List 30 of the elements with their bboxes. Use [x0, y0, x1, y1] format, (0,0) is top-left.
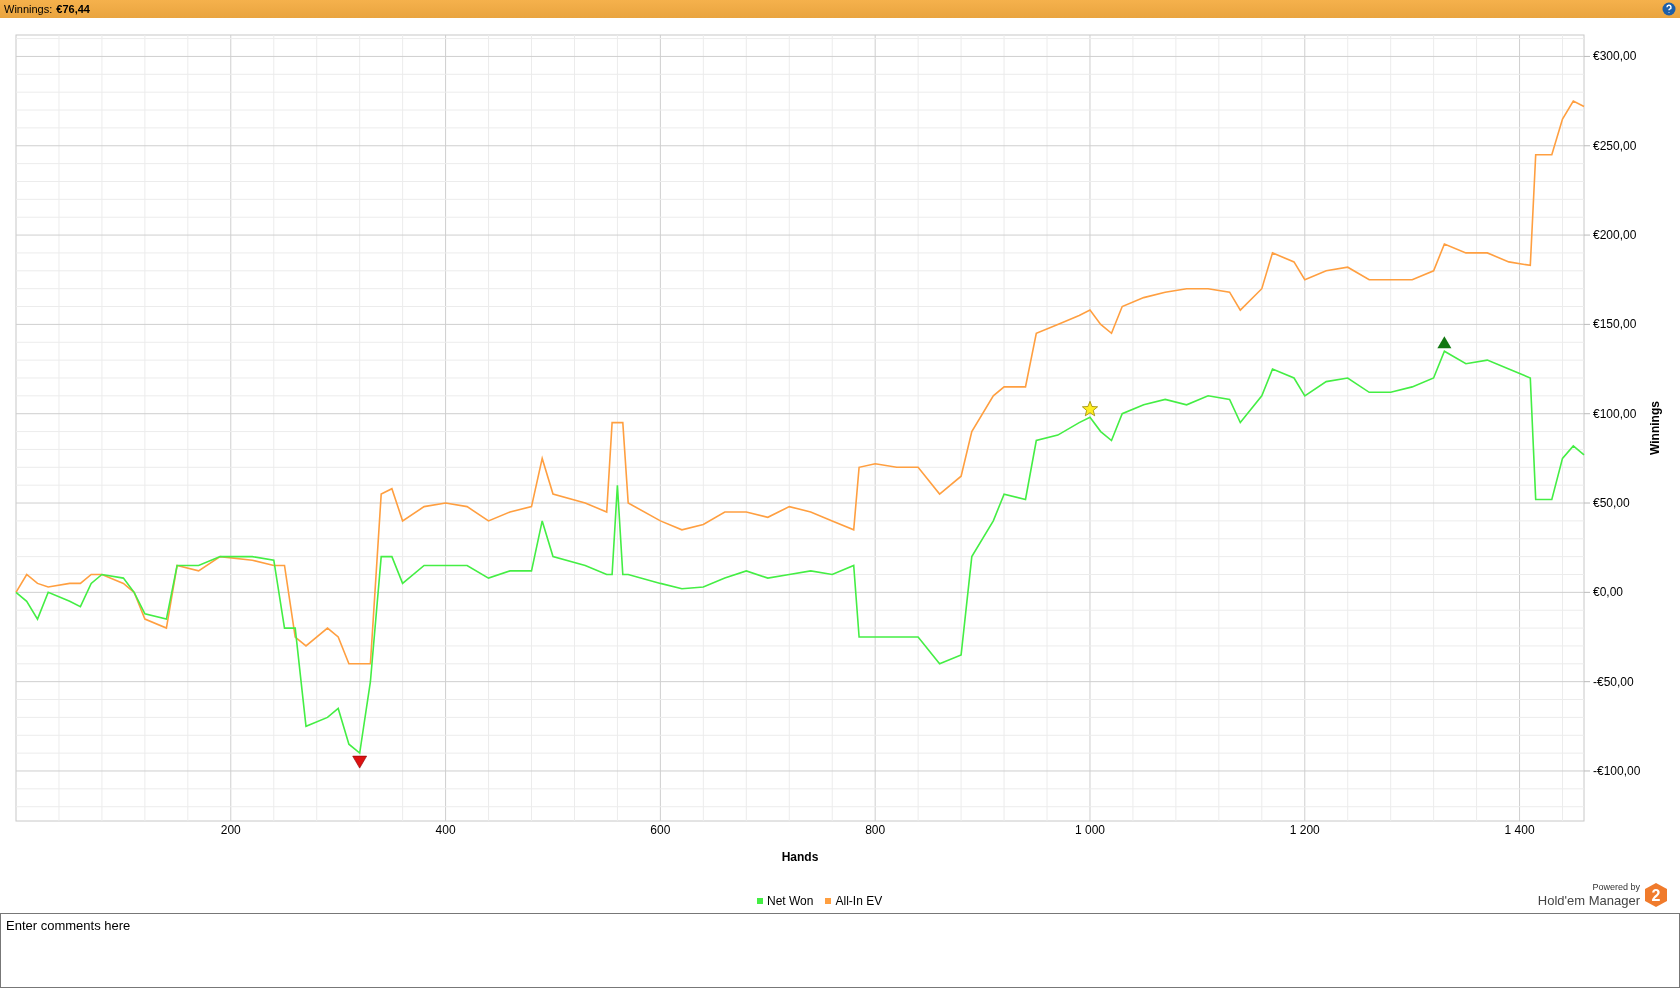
- axis-tick-label: 200: [220, 823, 241, 837]
- axis-tick-label: 800: [865, 823, 886, 837]
- axis-tick-label: 600: [650, 823, 671, 837]
- low-point-marker: [352, 755, 367, 769]
- axis-tick-label: 1 400: [1504, 823, 1535, 837]
- axis-title: Hands: [781, 850, 819, 864]
- axis-tick-label: €250,00: [1593, 138, 1637, 153]
- star-icon: [1082, 400, 1098, 417]
- winnings-label: Winnings:: [4, 1, 53, 17]
- axis-title: Winnings: [1648, 401, 1662, 455]
- axis-tick-label: €150,00: [1593, 317, 1637, 332]
- axis-tick-label: €300,00: [1593, 49, 1637, 64]
- axis-tick-label: 400: [435, 823, 456, 837]
- axis-tick-label: -€50,00: [1593, 674, 1634, 689]
- logo-icon: 2: [1644, 882, 1668, 908]
- high-point-marker: [1437, 336, 1452, 349]
- winnings-value: €76,44: [56, 1, 90, 17]
- legend-label: All-In EV: [835, 893, 883, 910]
- comments-field[interactable]: Enter comments here: [0, 913, 1680, 988]
- powered-by-caption: Powered by: [1592, 883, 1640, 892]
- help-icon[interactable]: [1662, 2, 1676, 16]
- axis-tick-label: €200,00: [1593, 228, 1637, 243]
- axis-tick-label: 1 000: [1074, 823, 1105, 837]
- axis-tick-label: €100,00: [1593, 406, 1637, 421]
- axis-tick-label: 1 200: [1289, 823, 1320, 837]
- product-name: Hold'em Manager: [1537, 894, 1640, 907]
- legend-label: Net Won: [767, 893, 814, 910]
- axis-tick-label: -€100,00: [1593, 764, 1641, 778]
- axis-tick-label: €50,00: [1593, 496, 1630, 511]
- axis-tick-label: €0,00: [1593, 585, 1624, 600]
